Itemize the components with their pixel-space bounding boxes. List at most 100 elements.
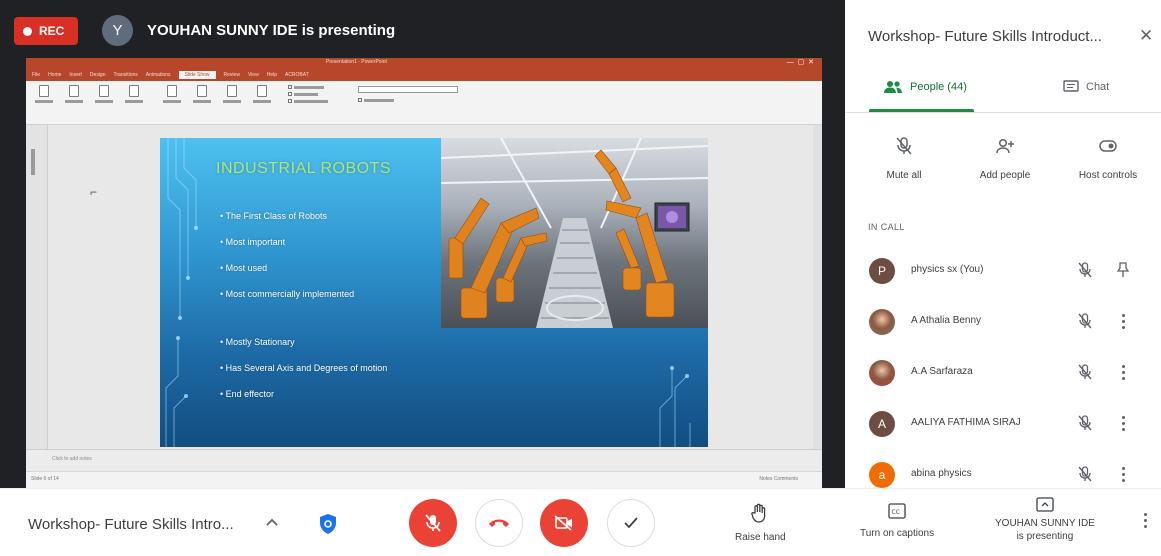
participant-name: A Athalia Benny bbox=[911, 315, 982, 326]
ribbon-button bbox=[252, 85, 272, 115]
captions-icon: CC bbox=[888, 503, 906, 519]
more-options-button[interactable] bbox=[1142, 513, 1148, 533]
robot-arm-illustration bbox=[441, 138, 708, 328]
meeting-details-toggle[interactable] bbox=[264, 514, 280, 535]
recording-label: REC bbox=[39, 24, 65, 38]
people-icon bbox=[884, 81, 902, 93]
ribbon-button bbox=[94, 85, 114, 115]
participant-avatar: a bbox=[869, 462, 895, 488]
participant-more-button[interactable] bbox=[1117, 362, 1129, 382]
ppt-tab: File bbox=[32, 72, 41, 78]
host-controls-button[interactable]: Host controls bbox=[1063, 136, 1153, 181]
mic-off-icon bbox=[1078, 364, 1092, 380]
shield-icon bbox=[320, 514, 336, 534]
slide-title: INDUSTRIAL ROBOTS bbox=[216, 160, 392, 177]
microphone-toggle-button[interactable] bbox=[409, 499, 457, 547]
add-person-icon bbox=[996, 138, 1014, 154]
participant-name: A.A Sarfaraza bbox=[911, 366, 973, 377]
ppt-status-bar: Slide 6 of 14 Notes Comments bbox=[26, 471, 822, 488]
check-icon bbox=[624, 517, 638, 529]
participant-name: abina physics bbox=[911, 468, 972, 479]
ppt-tab: Design bbox=[89, 72, 106, 78]
pin-button[interactable] bbox=[1117, 260, 1129, 280]
participant-row[interactable]: A Athalia Benny bbox=[845, 301, 1161, 341]
mute-all-label: Mute all bbox=[886, 170, 922, 181]
factory-robots-image bbox=[441, 138, 708, 328]
participant-mute-button[interactable] bbox=[1078, 415, 1092, 436]
mic-off-icon bbox=[1078, 262, 1092, 278]
participant-more-button[interactable] bbox=[1117, 464, 1129, 484]
host-controls-label: Host controls bbox=[1078, 170, 1138, 181]
slide-bullet: • End effector bbox=[220, 389, 275, 399]
ribbon-checkbox-group bbox=[288, 85, 328, 106]
presenter-status: YOUHAN SUNNY IDE is presenting bbox=[147, 22, 396, 39]
ppt-tab: Animations bbox=[145, 72, 171, 78]
participant-row[interactable]: Pphysics sx (You) bbox=[845, 250, 1161, 290]
chat-icon bbox=[1063, 80, 1079, 92]
tab-people[interactable]: People (44) bbox=[883, 80, 967, 94]
mute-all-button[interactable]: Mute all bbox=[859, 136, 949, 181]
toggle-icon bbox=[1099, 140, 1117, 152]
panel-meeting-title: Workshop- Future Skills Introduct... bbox=[868, 28, 1102, 45]
mic-off-icon bbox=[1078, 466, 1092, 482]
ppt-scrollbar bbox=[813, 125, 822, 465]
meeting-controls-bar: Workshop- Future Skills Intro... Raise h… bbox=[0, 488, 1161, 556]
slide-bullet: • The First Class of Robots bbox=[220, 211, 328, 221]
tab-chat-label: Chat bbox=[1086, 81, 1110, 93]
participant-avatar: A bbox=[869, 411, 895, 437]
participant-name: AALIYA FATHIMA SIRAJ bbox=[911, 417, 1021, 428]
add-people-button[interactable]: Add people bbox=[960, 136, 1050, 181]
ppt-tab: Insert bbox=[69, 72, 82, 78]
participant-row[interactable]: A AALIYA FATHIMA SIRAJ bbox=[845, 403, 1161, 443]
ppt-titlebar: Presentation1 - PowerPoint — ▢ ✕ bbox=[26, 58, 822, 69]
tabs-divider bbox=[845, 112, 1161, 113]
present-check-button[interactable] bbox=[607, 499, 655, 547]
participant-mute-button[interactable] bbox=[1078, 262, 1092, 283]
participant-more-button[interactable] bbox=[1117, 413, 1129, 433]
captions-label: Turn on captions bbox=[860, 528, 935, 539]
pin-icon bbox=[1117, 262, 1129, 277]
tab-chat[interactable]: Chat bbox=[1063, 80, 1109, 94]
close-panel-button[interactable]: ✕ bbox=[1139, 26, 1153, 46]
tab-people-label: People (44) bbox=[910, 81, 967, 93]
participant-more-button[interactable] bbox=[1117, 311, 1129, 331]
chevron-up-icon bbox=[266, 518, 278, 526]
ribbon-button bbox=[192, 85, 212, 115]
slide-bullet: • Mostly Stationary bbox=[220, 337, 295, 347]
participant-mute-button[interactable] bbox=[1078, 364, 1092, 385]
slide-bullet: • Most important bbox=[220, 237, 286, 247]
recording-badge: REC bbox=[14, 17, 78, 45]
camera-toggle-button[interactable] bbox=[540, 499, 588, 547]
participant-avatar bbox=[869, 309, 895, 335]
ppt-tab: ACROBAT bbox=[284, 72, 309, 78]
mic-off-icon bbox=[1078, 415, 1092, 431]
mic-off-icon bbox=[425, 514, 441, 532]
present-screen-icon bbox=[1036, 497, 1054, 512]
ppt-ribbon bbox=[26, 81, 822, 125]
security-badge[interactable] bbox=[318, 513, 338, 540]
slide-counter: Slide 6 of 14 bbox=[31, 476, 59, 482]
participant-mute-button[interactable] bbox=[1078, 466, 1092, 487]
record-dot-icon bbox=[23, 26, 32, 36]
ribbon-button bbox=[162, 85, 182, 115]
ppt-tab: View bbox=[247, 72, 259, 78]
camera-off-icon bbox=[554, 515, 572, 531]
participant-mute-button[interactable] bbox=[1078, 313, 1092, 334]
hand-icon bbox=[751, 503, 766, 523]
notes-placeholder: Click to add notes bbox=[52, 456, 92, 462]
hang-up-icon bbox=[489, 519, 509, 527]
add-people-label: Add people bbox=[979, 170, 1031, 181]
slide-bullet: • Most commercially implemented bbox=[220, 289, 355, 299]
raise-hand-button[interactable]: Raise hand bbox=[735, 503, 786, 544]
leave-call-button[interactable] bbox=[475, 499, 523, 547]
meeting-title: Workshop- Future Skills Intro... bbox=[28, 516, 234, 533]
presenting-label: YOUHAN SUNNY IDE is presenting bbox=[995, 517, 1095, 543]
shared-screen-powerpoint: Presentation1 - PowerPoint — ▢ ✕ File Hom… bbox=[26, 58, 822, 488]
presentation-status-button[interactable]: YOUHAN SUNNY IDE is presenting bbox=[995, 497, 1095, 543]
meeting-details-panel: Workshop- Future Skills Introduct... ✕ P… bbox=[845, 0, 1161, 488]
captions-button[interactable]: CC Turn on captions bbox=[860, 503, 934, 540]
ribbon-button bbox=[64, 85, 84, 115]
ppt-window-title: Presentation1 - PowerPoint bbox=[326, 59, 387, 65]
mic-off-icon bbox=[1078, 313, 1092, 329]
participant-row[interactable]: A.A Sarfaraza bbox=[845, 352, 1161, 392]
